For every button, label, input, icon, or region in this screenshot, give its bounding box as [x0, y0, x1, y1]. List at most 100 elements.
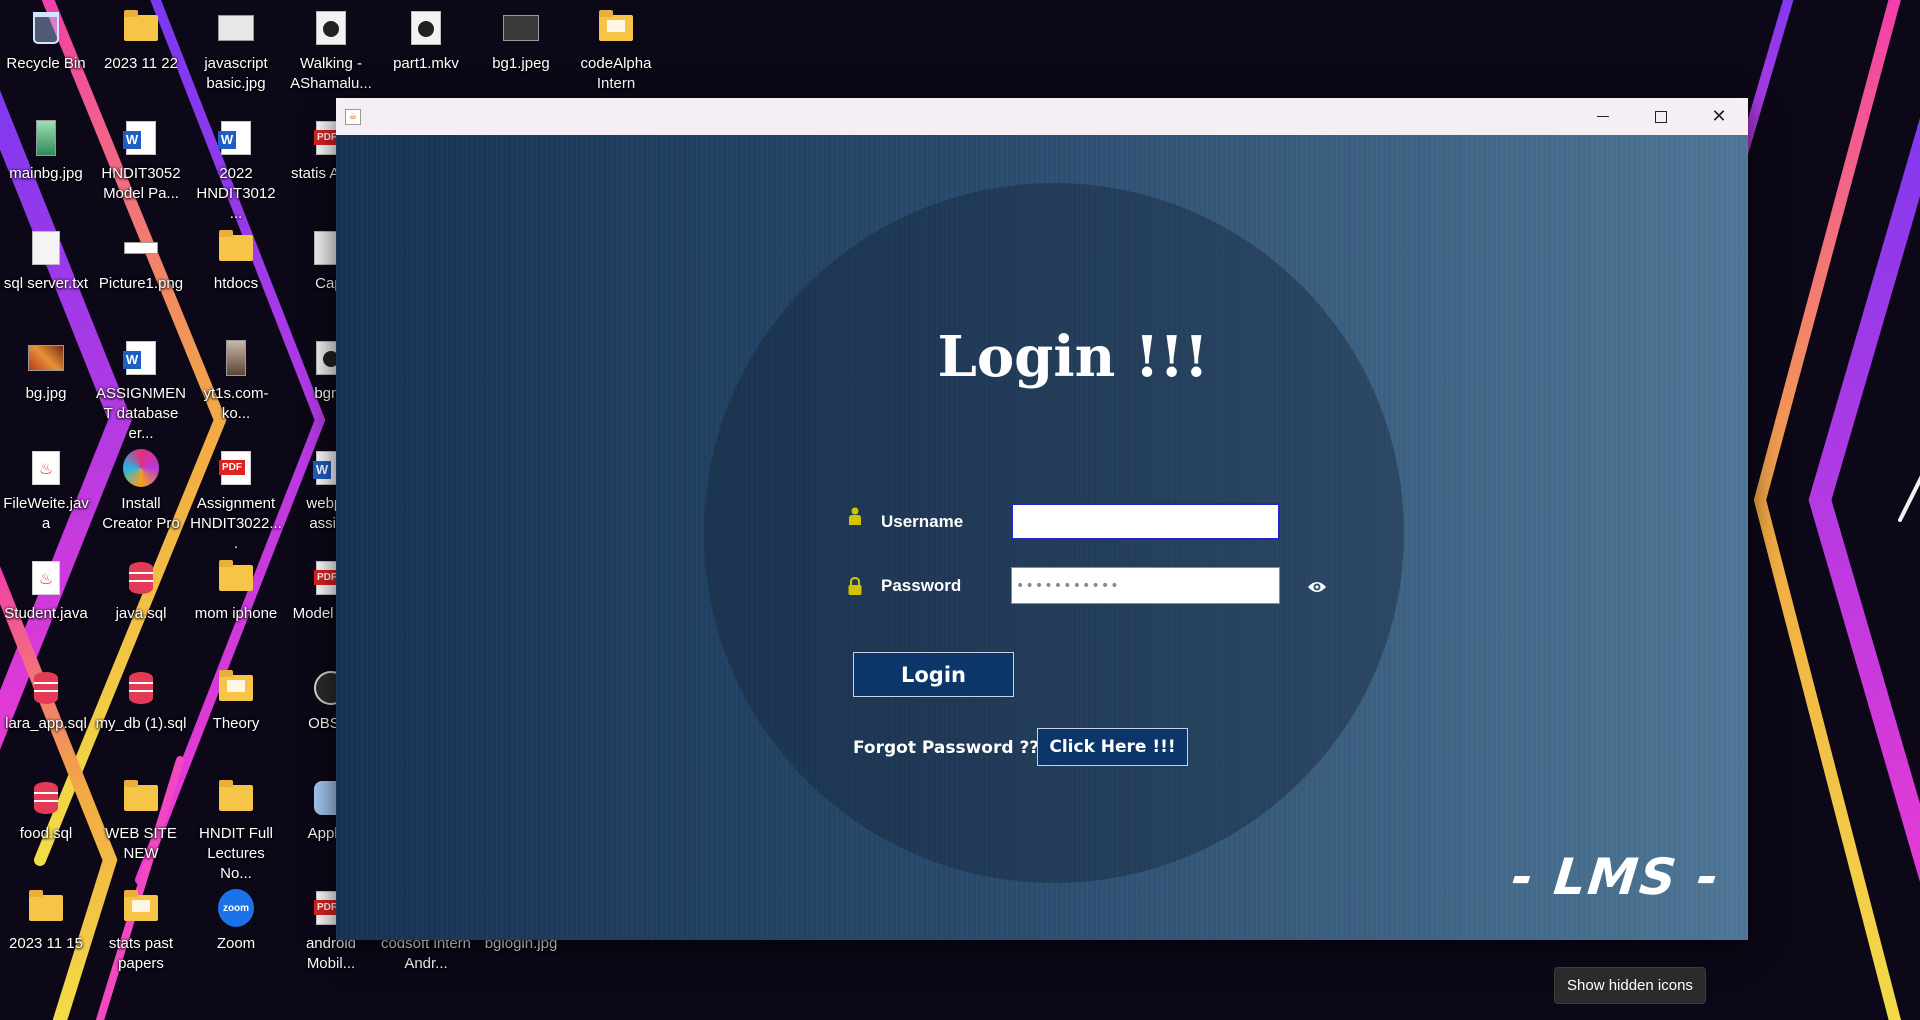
desktop-icon[interactable]: bg1.jpeg — [475, 4, 567, 74]
desktop-icon-label: ASSIGNMENT database er... — [95, 385, 186, 442]
desktop-icon-label: lara_app.sql — [5, 715, 87, 732]
desktop-icon[interactable]: Recycle Bin — [0, 4, 92, 74]
close-button[interactable]: ✕ — [1690, 98, 1748, 135]
desktop-icon-label: stats past papers — [108, 935, 174, 972]
desktop-icon[interactable]: part1.mkv — [380, 4, 472, 74]
desktop-icon-label: 2023 11 15 — [9, 935, 83, 952]
desktop-icon[interactable]: PDF Assignment HNDIT3022.... — [190, 444, 282, 554]
folder-icon — [28, 890, 64, 926]
desktop-icon-label: HNDIT Full Lectures No... — [199, 825, 273, 882]
desktop-icon[interactable]: bg.jpg — [0, 334, 92, 404]
forgot-password-button[interactable]: Click Here !!! — [1037, 728, 1188, 766]
desktop-icon-label: java.sql — [115, 605, 167, 622]
desktop-icon[interactable]: my_db (1).sql — [95, 664, 187, 734]
desktop-icon[interactable]: WEB SITE NEW — [95, 774, 187, 864]
desktop-icon-label: Picture1.png — [98, 275, 184, 292]
java-cup-icon: ☕ — [345, 108, 361, 125]
show-password-eye-icon[interactable] — [1307, 580, 1327, 594]
folder-icon — [218, 670, 254, 706]
login-heading: Login !!! — [937, 324, 1209, 390]
sql-file-icon — [123, 560, 159, 596]
desktop-icon-label: Theory — [212, 715, 260, 732]
desktop-icon[interactable]: food.sql — [0, 774, 92, 844]
desktop-icon[interactable]: Walking - AShamalu... — [285, 4, 377, 94]
desktop-icon[interactable]: Install Creator Pro — [95, 444, 187, 534]
desktop-icon[interactable]: ♨ FileWeite.java — [0, 444, 92, 534]
image-file-icon — [28, 340, 64, 376]
image-file-icon — [503, 10, 539, 46]
desktop-icon-label: htdocs — [213, 275, 259, 292]
desktop-icon-label: my_db (1).sql — [95, 715, 187, 732]
java-file-icon: ♨ — [28, 560, 64, 596]
folder-icon — [598, 10, 634, 46]
desktop-icon-label: yt1s.com-ko... — [203, 385, 269, 422]
desktop-icon-label: Install Creator Pro — [102, 495, 180, 532]
folder-icon — [218, 230, 254, 266]
desktop-icon[interactable]: javascript basic.jpg — [190, 4, 282, 94]
folder-icon — [218, 560, 254, 596]
recycle-bin-icon — [28, 10, 64, 46]
desktop-icon-label: Student.java — [4, 605, 88, 622]
minimize-button[interactable] — [1574, 98, 1632, 135]
video-file-icon — [408, 10, 444, 46]
desktop-icon[interactable]: lara_app.sql — [0, 664, 92, 734]
text-file-icon — [28, 230, 64, 266]
password-input[interactable] — [1011, 567, 1280, 604]
pdf-file-icon: PDF — [218, 450, 254, 486]
desktop-icon[interactable]: Picture1.png — [95, 224, 187, 294]
desktop-icon[interactable]: codeAlpha Intern — [570, 4, 662, 94]
desktop-icon[interactable]: htdocs — [190, 224, 282, 294]
folder-icon — [123, 780, 159, 816]
desktop-icon-label: bg.jpg — [25, 385, 67, 402]
desktop-icon[interactable]: java.sql — [95, 554, 187, 624]
desktop-icon[interactable]: W ASSIGNMENT database er... — [95, 334, 187, 444]
login-button[interactable]: Login — [853, 652, 1014, 697]
desktop-icon-label: bg1.jpeg — [492, 55, 550, 72]
window-title-bar[interactable]: ☕ ✕ — [336, 98, 1748, 135]
login-window: ☕ ✕ Login !!! Username Password ••••••••… — [336, 98, 1748, 940]
desktop-icon-label: part1.mkv — [393, 55, 459, 72]
word-document-icon: W — [123, 120, 159, 156]
desktop-icon-label: Recycle Bin — [6, 55, 86, 72]
desktop-icon[interactable]: mainbg.jpg — [0, 114, 92, 184]
desktop-icon[interactable]: ♨ Student.java — [0, 554, 92, 624]
desktop-icon[interactable]: W HNDIT3052 Model Pa... — [95, 114, 187, 204]
desktop-icon[interactable]: Theory — [190, 664, 282, 734]
word-document-icon: W — [218, 120, 254, 156]
password-label: Password — [881, 576, 962, 595]
word-document-icon: W — [123, 340, 159, 376]
zoom-icon: zoom — [218, 889, 254, 927]
show-hidden-icons-tooltip: Show hidden icons — [1554, 967, 1706, 1004]
username-label: Username — [881, 512, 964, 531]
folder-icon — [123, 10, 159, 46]
desktop-icon[interactable]: W 2022 HNDIT3012 ... — [190, 114, 282, 224]
image-file-icon — [28, 120, 64, 156]
desktop-icon-label: javascript basic.jpg — [204, 55, 268, 92]
desktop-icon[interactable]: yt1s.com-ko... — [190, 334, 282, 424]
desktop-icon-label: WEB SITE NEW — [105, 825, 177, 862]
desktop-icon[interactable]: mom iphone — [190, 554, 282, 624]
maximize-button[interactable] — [1632, 98, 1690, 135]
desktop-icon[interactable]: zoom Zoom — [190, 884, 282, 954]
close-icon: ✕ — [1711, 106, 1727, 127]
desktop-icon-label: mainbg.jpg — [9, 165, 83, 182]
image-file-icon — [218, 10, 254, 46]
sql-file-icon — [28, 670, 64, 706]
desktop-icon[interactable]: sql server.txt — [0, 224, 92, 294]
username-input[interactable] — [1011, 503, 1280, 540]
folder-icon — [123, 890, 159, 926]
video-file-icon — [313, 10, 349, 46]
login-panel: Login !!! Username Password Login Forgot… — [336, 135, 1748, 940]
desktop-icon-label: 2022 HNDIT3012 ... — [196, 165, 276, 222]
desktop-icon-label: 2023 11 22 — [104, 55, 178, 72]
desktop-icon[interactable]: 2023 11 15 — [0, 884, 92, 954]
lock-icon — [848, 577, 862, 595]
desktop-icon-label: Assignment HNDIT3022.... — [190, 495, 282, 552]
desktop-icon-label: codsoft intern Andr... — [380, 935, 472, 972]
sql-file-icon — [28, 780, 64, 816]
user-icon — [849, 507, 861, 525]
desktop-icon[interactable]: stats past papers — [95, 884, 187, 974]
desktop-icon[interactable]: 2023 11 22 — [95, 4, 187, 74]
desktop-icon-label: Zoom — [216, 935, 256, 952]
desktop-icon[interactable]: HNDIT Full Lectures No... — [190, 774, 282, 884]
